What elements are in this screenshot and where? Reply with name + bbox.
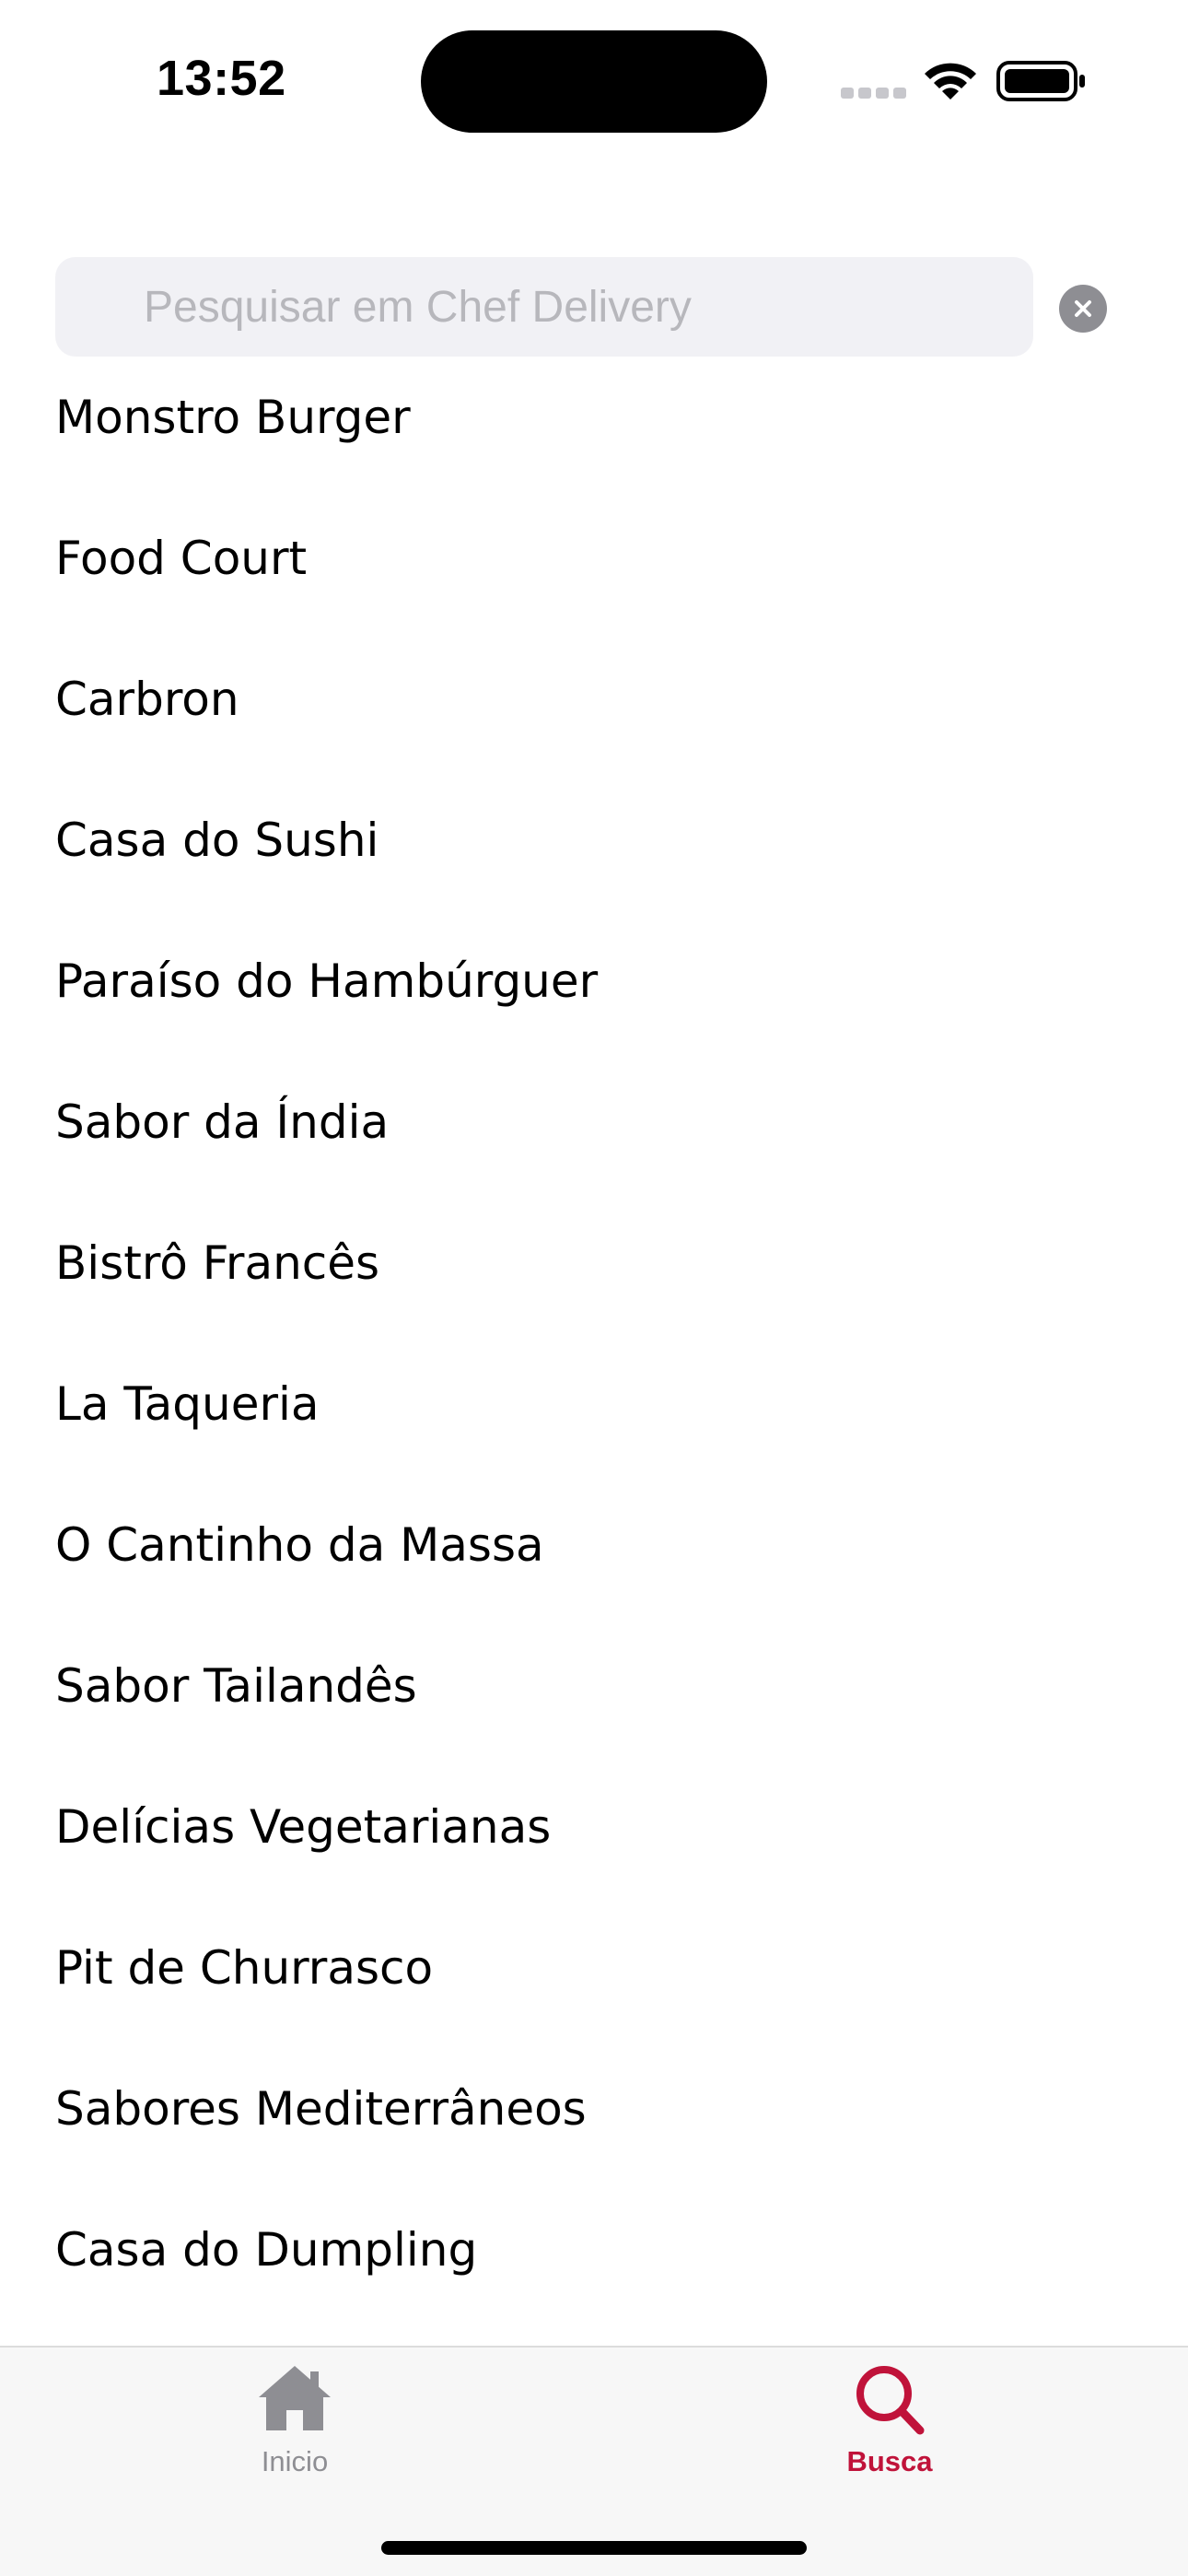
magnifying-glass-icon bbox=[856, 2366, 925, 2435]
restaurant-item-carbron[interactable]: Carbron bbox=[55, 653, 239, 745]
restaurant-item-bistro-frances[interactable]: Bistrô Francês bbox=[55, 1217, 379, 1309]
status-bar: 13:52 bbox=[0, 0, 1188, 157]
restaurant-item-monstro-burger[interactable]: Monstro Burger bbox=[55, 371, 411, 463]
restaurant-item-casa-do-sushi[interactable]: Casa do Sushi bbox=[55, 794, 379, 886]
wifi-icon bbox=[925, 63, 976, 100]
restaurant-item-o-cantinho-da-massa[interactable]: O Cantinho da Massa bbox=[55, 1499, 544, 1591]
status-time: 13:52 bbox=[157, 51, 286, 106]
tab-search[interactable]: Busca bbox=[779, 2348, 1000, 2513]
clear-search-button[interactable] bbox=[1059, 285, 1107, 333]
restaurant-item-la-taqueria[interactable]: La Taqueria bbox=[55, 1358, 320, 1450]
restaurant-item-delicias-vegetarianas[interactable]: Delícias Vegetarianas bbox=[55, 1781, 551, 1873]
close-icon bbox=[1075, 300, 1091, 317]
restaurant-item-sabor-tailandes[interactable]: Sabor Tailandês bbox=[55, 1640, 417, 1732]
tab-search-label: Busca bbox=[846, 2445, 933, 2477]
restaurant-item-paraiso-do-hamburguer[interactable]: Paraíso do Hambúrguer bbox=[55, 935, 598, 1027]
restaurant-item-food-court[interactable]: Food Court bbox=[55, 512, 307, 604]
restaurant-item-pit-de-churrasco[interactable]: Pit de Churrasco bbox=[55, 1922, 433, 2014]
search-input[interactable] bbox=[144, 257, 1033, 357]
dynamic-island bbox=[421, 30, 767, 133]
battery-icon bbox=[996, 61, 1085, 101]
cellular-signal-icon bbox=[841, 88, 906, 99]
restaurant-item-casa-do-dumpling[interactable]: Casa do Dumpling bbox=[55, 2204, 477, 2296]
house-icon bbox=[259, 2366, 331, 2430]
restaurant-item-sabor-da-india[interactable]: Sabor da Índia bbox=[55, 1076, 389, 1168]
tab-home-label: Inicio bbox=[261, 2445, 329, 2477]
search-field[interactable] bbox=[55, 257, 1033, 357]
home-indicator[interactable] bbox=[381, 2541, 807, 2555]
restaurant-item-sabores-mediterraneos[interactable]: Sabores Mediterrâneos bbox=[55, 2063, 587, 2155]
tab-home[interactable]: Inicio bbox=[184, 2348, 405, 2513]
